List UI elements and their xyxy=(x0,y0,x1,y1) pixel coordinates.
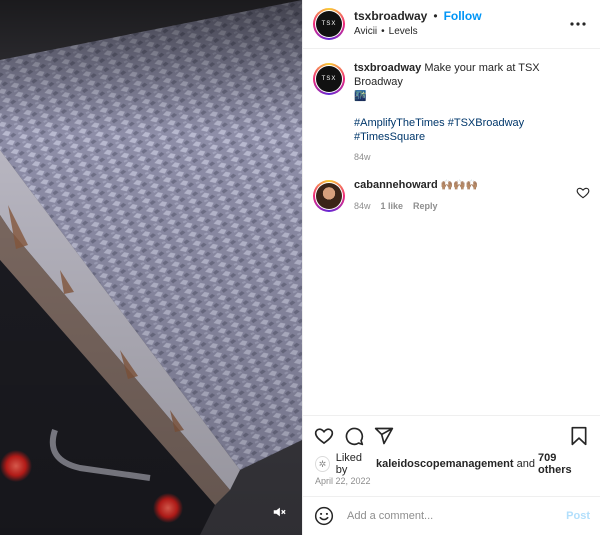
hashtag-link[interactable]: #TSXBroadway xyxy=(448,117,524,129)
account-avatar[interactable]: TSX xyxy=(313,8,345,40)
video-frame xyxy=(0,0,302,535)
post-details-panel: TSX tsxbroadway • Follow Avicii•Levels xyxy=(302,0,600,535)
post-header: TSX tsxbroadway • Follow Avicii • Levels xyxy=(303,0,600,49)
instagram-post: TSX tsxbroadway • Follow Avicii•Levels xyxy=(0,0,600,535)
comment-text: 🙌🏽🙌🏽🙌🏽 xyxy=(440,180,479,191)
comments-section: TSX tsxbroadway Make your mark at TSX Br… xyxy=(303,49,600,415)
account-username-link[interactable]: tsxbroadway xyxy=(354,9,427,23)
emoji-icon xyxy=(314,506,334,526)
caption: TSX tsxbroadway Make your mark at TSX Br… xyxy=(313,61,590,164)
audio-separator: • xyxy=(381,26,385,37)
post-video[interactable] xyxy=(0,0,302,535)
caption-avatar[interactable]: TSX xyxy=(313,63,345,95)
mute-toggle-button[interactable] xyxy=(268,501,290,523)
follow-button[interactable]: Follow xyxy=(444,9,482,23)
comment-age[interactable]: 84w xyxy=(354,199,371,213)
commenter-photo xyxy=(316,183,342,209)
avatar-logo: TSX xyxy=(316,66,342,92)
comment-like-heart-icon[interactable] xyxy=(576,186,590,200)
share-icon xyxy=(374,427,394,445)
post-date[interactable]: April 22, 2022 xyxy=(303,472,600,496)
post-comment-button[interactable]: Post xyxy=(566,510,590,522)
caption-username-link[interactable]: tsxbroadway xyxy=(354,62,421,74)
more-options-button[interactable] xyxy=(566,12,590,36)
audio-track: Levels xyxy=(388,26,418,37)
commenter-username-link[interactable]: cabannehoward xyxy=(354,179,438,191)
caption-age[interactable]: 84w xyxy=(354,150,371,164)
emoji-picker-button[interactable] xyxy=(313,505,335,527)
separator-dot: • xyxy=(433,9,438,23)
like-button[interactable] xyxy=(313,425,335,447)
comment-input[interactable] xyxy=(345,509,567,523)
comment-reply-button[interactable]: Reply xyxy=(413,199,438,213)
action-bar xyxy=(303,415,600,456)
liker-avatar[interactable]: ✲ xyxy=(315,456,330,472)
liker-username-link[interactable]: kaleidoscopemanagement xyxy=(376,458,514,470)
likes-summary: ✲ Liked by kaleidoscopemanagement and 70… xyxy=(303,452,600,476)
audio-artist: Avicii xyxy=(354,26,378,37)
more-options-icon xyxy=(570,22,586,26)
comment-icon xyxy=(345,427,364,446)
heart-icon xyxy=(314,428,334,445)
share-button[interactable] xyxy=(373,425,395,447)
audio-attribution[interactable]: Avicii • Levels xyxy=(354,25,482,39)
avatar-logo: TSX xyxy=(316,11,342,37)
caption-hashtags: #AmplifyTheTimes #TSXBroadway #TimesSqua… xyxy=(354,116,590,144)
save-button[interactable] xyxy=(568,425,590,447)
hashtag-link[interactable]: #AmplifyTheTimes xyxy=(354,117,445,129)
hashtag-link[interactable]: #TimesSquare xyxy=(354,131,425,143)
commenter-avatar[interactable] xyxy=(313,180,345,212)
bookmark-icon xyxy=(571,426,587,446)
comment-item: cabannehoward 🙌🏽🙌🏽🙌🏽 84w 1 like Reply xyxy=(313,178,590,213)
comment-button[interactable] xyxy=(343,425,365,447)
add-comment-bar: Post xyxy=(303,496,600,535)
likes-joiner: and xyxy=(516,458,535,470)
comment-likes-link[interactable]: 1 like xyxy=(381,199,404,213)
caption-emoji: 🌃 xyxy=(354,91,367,102)
muted-speaker-icon xyxy=(273,507,286,517)
